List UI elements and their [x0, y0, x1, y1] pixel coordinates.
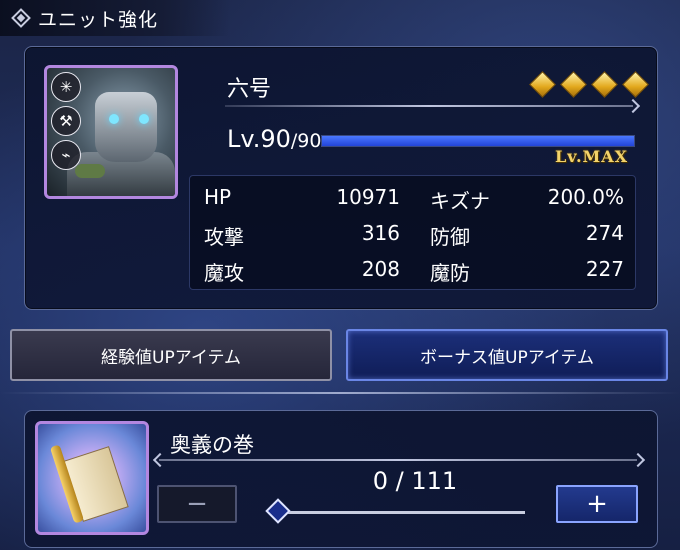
quantity-slider-track[interactable] [279, 511, 525, 514]
stat-value-magic-attack: 208 [361, 257, 400, 281]
item-panel: 奥義の巻 0 / 111 − + [24, 410, 658, 548]
portrait-badges: ✳ ⚒ ⌁ [51, 72, 81, 174]
unit-name: 六号 [227, 77, 272, 102]
stat-value-hp: 10971 [336, 185, 400, 209]
unit-info-panel: ✳ ⚒ ⌁ 六号 Lv.90/90 Lv.MAX HP 10971 キズナ 20… [24, 46, 658, 310]
stat-label-attack: 攻撃 [204, 225, 244, 249]
stat-value-defense: 274 [585, 221, 624, 245]
rank-diamond-icon [591, 71, 618, 98]
bonus-item-tab-button[interactable]: ボーナス値UPアイテム [346, 329, 668, 381]
current-level: Lv.90 [227, 125, 291, 153]
level-readout: Lv.90/90 [227, 125, 321, 153]
level-max-badge: Lv.MAX [555, 147, 629, 166]
exp-item-tab-button[interactable]: 経験値UPアイテム [10, 329, 332, 381]
robot-eye-art [139, 114, 149, 124]
unit-portrait[interactable]: ✳ ⚒ ⌁ [44, 65, 178, 199]
divider-line [225, 105, 633, 107]
rank-diamonds [529, 71, 649, 98]
line-end-chevron [625, 98, 641, 114]
item-name: 奥義の巻 [170, 433, 254, 457]
stat-label-bond: キズナ [430, 189, 490, 213]
quantity-slider-thumb[interactable] [265, 498, 291, 524]
section-divider [0, 392, 680, 394]
stat-value-bond: 200.0% [547, 185, 624, 209]
item-count: 0 / 111 [372, 467, 458, 495]
page-title: ユニット強化 [38, 8, 159, 31]
rank-diamond-icon [560, 71, 587, 98]
stat-label-magic-attack: 魔攻 [204, 261, 244, 285]
stat-label-defense: 防御 [430, 225, 470, 249]
robot-eye-art [109, 114, 119, 124]
stat-value-attack: 316 [361, 221, 400, 245]
element-star-icon: ✳ [51, 72, 81, 102]
scroll-item-icon[interactable] [35, 421, 149, 535]
increase-button[interactable]: + [556, 485, 638, 523]
robot-head-art [95, 92, 157, 162]
rank-diamond-icon [622, 71, 649, 98]
exp-bar [321, 135, 635, 147]
rank-diamond-icon [529, 71, 556, 98]
class-wing-icon: ⌁ [51, 140, 81, 170]
decrease-button[interactable]: − [157, 485, 237, 523]
stat-label-magic-defense: 魔防 [430, 261, 470, 285]
diamond-icon [11, 8, 31, 28]
line-end-chevron [630, 452, 646, 468]
exp-bar-fill [322, 136, 634, 146]
max-level: /90 [290, 130, 322, 152]
stat-value-magic-defense: 227 [585, 257, 624, 281]
screen-header: ユニット強化 [0, 0, 230, 36]
stat-label-hp: HP [204, 185, 232, 209]
weapon-hammer-icon: ⚒ [51, 106, 81, 136]
stats-table: HP 10971 キズナ 200.0% 攻撃 316 防御 274 魔攻 208… [189, 175, 636, 290]
divider-line [159, 459, 637, 461]
